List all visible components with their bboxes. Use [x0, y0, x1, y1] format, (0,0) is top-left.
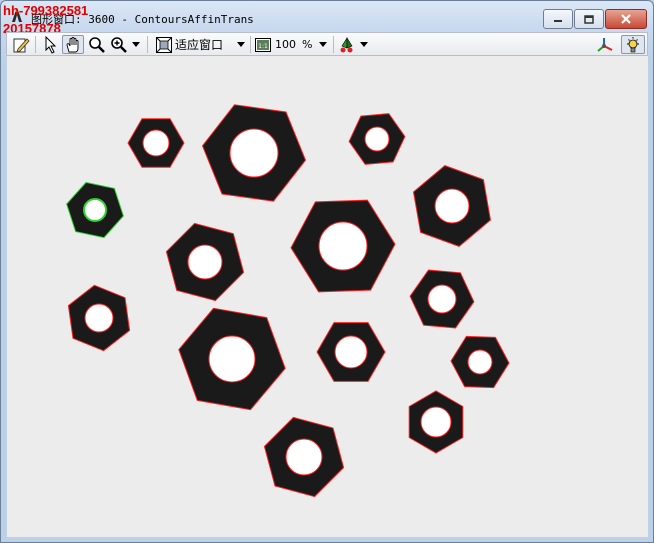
minimize-icon — [554, 20, 562, 22]
zoom-level-unit: % — [302, 38, 313, 51]
nut — [290, 199, 396, 293]
zoom-in-button[interactable] — [109, 35, 129, 54]
chevron-down-icon — [319, 42, 327, 47]
pencil-icon — [13, 37, 30, 53]
color-tool-button[interactable] — [337, 35, 357, 54]
magnify-button[interactable] — [87, 35, 107, 54]
magnifier-icon — [89, 36, 105, 53]
minimize-button[interactable] — [543, 9, 573, 29]
lighting-toggle-button[interactable] — [621, 35, 645, 54]
nut — [450, 335, 510, 389]
nut — [178, 307, 286, 411]
nut — [408, 390, 464, 454]
graphics-window: 图形窗口: 3600 - ContoursAffinTrans hh-79938… — [0, 0, 654, 543]
fit-window-dropdown-arrow[interactable] — [235, 35, 247, 54]
close-button[interactable] — [605, 9, 647, 29]
zoom-level-icon: 1:1 — [255, 37, 271, 52]
hand-icon — [66, 36, 79, 52]
nut-hole-contour — [467, 349, 493, 375]
title-bar[interactable]: 图形窗口: 3600 - ContoursAffinTrans hh-79938… — [1, 1, 653, 35]
nut — [409, 269, 475, 329]
chevron-down-icon — [237, 42, 245, 47]
maximize-icon — [584, 14, 594, 24]
lightbulb-icon — [627, 36, 639, 52]
edit-button[interactable] — [11, 35, 31, 54]
zoom-level-button[interactable]: 1:1 — [253, 35, 273, 54]
nut-hole-contour — [187, 244, 223, 280]
axes-tool-button[interactable] — [594, 35, 616, 54]
nut — [165, 222, 245, 302]
nut — [412, 165, 492, 247]
fit-window-label-box[interactable]: 适应窗口 — [175, 35, 235, 54]
toolbar-separator — [35, 36, 36, 53]
nut-hole-contour — [318, 221, 368, 271]
nut-hole-contour — [334, 335, 368, 369]
toolbar-separator — [250, 36, 251, 53]
color-dropdown-arrow[interactable] — [358, 35, 370, 54]
pan-tool-button[interactable] — [62, 35, 84, 54]
fit-window-label: 适应窗口 — [175, 38, 224, 52]
nut — [263, 416, 345, 498]
nut-hole-contour — [420, 406, 452, 438]
window-controls — [543, 9, 647, 29]
nut-hole-contour — [84, 303, 114, 333]
zoom-level-dropdown-arrow[interactable] — [317, 35, 329, 54]
chevron-down-icon — [360, 42, 368, 47]
nut-hole-contour — [142, 129, 170, 157]
contour-scene — [66, 104, 510, 498]
nut-hole-contour — [208, 335, 256, 383]
fit-window-button[interactable] — [153, 35, 175, 54]
nut-selected — [66, 181, 124, 239]
toolbar-separator — [147, 36, 148, 53]
nut-hole-contour — [285, 438, 323, 476]
chevron-down-icon — [132, 42, 140, 47]
pointer-icon — [45, 35, 57, 54]
svg-text:1:1: 1:1 — [258, 43, 268, 50]
toolbar-separator — [333, 36, 334, 53]
nut — [127, 118, 185, 168]
nut — [201, 104, 307, 202]
toolbar: 适应窗口 1:1 100 % — [6, 32, 648, 56]
nut-hole-contour — [83, 198, 107, 222]
nut-hole-contour — [427, 284, 457, 314]
zoom-level-field[interactable]: 100 % — [275, 35, 323, 54]
axes-icon — [597, 37, 613, 52]
close-icon — [621, 14, 631, 24]
zoom-level-value: 100 — [275, 38, 296, 51]
zoom-dropdown-arrow[interactable] — [130, 35, 142, 54]
watermark-line-1: hh-799382581 — [3, 3, 89, 18]
zoom-in-icon — [111, 36, 127, 53]
nut-hole-contour — [364, 126, 390, 152]
paint-icon — [340, 36, 353, 52]
nut — [316, 322, 386, 382]
nut — [348, 113, 406, 165]
image-canvas[interactable] — [7, 56, 648, 537]
pointer-tool-button[interactable] — [40, 35, 60, 54]
fit-window-icon — [156, 36, 172, 53]
nut-hole-contour — [229, 128, 279, 178]
maximize-button[interactable] — [574, 9, 604, 29]
nut — [67, 284, 131, 352]
nut-hole-contour — [434, 188, 470, 224]
